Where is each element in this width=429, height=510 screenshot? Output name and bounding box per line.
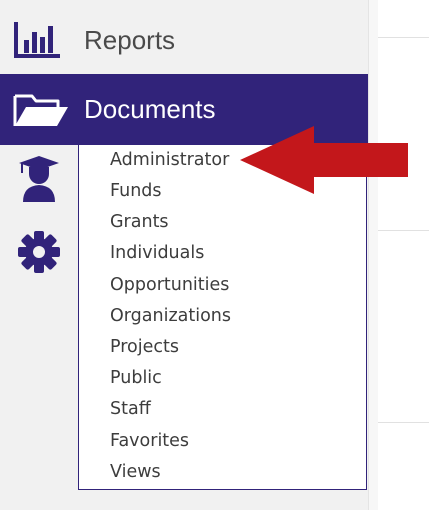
red-arrow-icon	[240, 126, 412, 196]
submenu-item-favorites[interactable]: Favorites	[110, 431, 189, 451]
panel-divider	[368, 0, 378, 510]
nav-item-reports[interactable]: Reports	[0, 5, 368, 73]
nav-label-reports: Reports	[84, 25, 176, 55]
nav-label-documents: Documents	[84, 94, 216, 124]
submenu-item-opportunities[interactable]: Opportunities	[110, 275, 229, 295]
submenu-item-administrator[interactable]: Administrator	[110, 150, 229, 170]
submenu-item-funds[interactable]: Funds	[110, 181, 162, 201]
submenu-item-organizations[interactable]: Organizations	[110, 306, 231, 326]
folder-open-icon	[12, 93, 70, 129]
submenu-item-staff[interactable]: Staff	[110, 399, 151, 419]
content-divider	[378, 230, 429, 231]
graduate-user-icon[interactable]	[17, 154, 61, 209]
content-divider	[378, 422, 429, 423]
submenu-item-projects[interactable]: Projects	[110, 337, 179, 357]
content-divider	[378, 37, 429, 38]
submenu-item-grants[interactable]: Grants	[110, 212, 169, 232]
documents-submenu: Administrator Funds Grants Individuals O…	[78, 145, 367, 490]
bar-chart-icon	[14, 20, 62, 60]
submenu-item-views[interactable]: Views	[110, 462, 161, 482]
submenu-item-individuals[interactable]: Individuals	[110, 243, 204, 263]
gear-icon[interactable]	[17, 229, 61, 280]
submenu-item-public[interactable]: Public	[110, 368, 162, 388]
